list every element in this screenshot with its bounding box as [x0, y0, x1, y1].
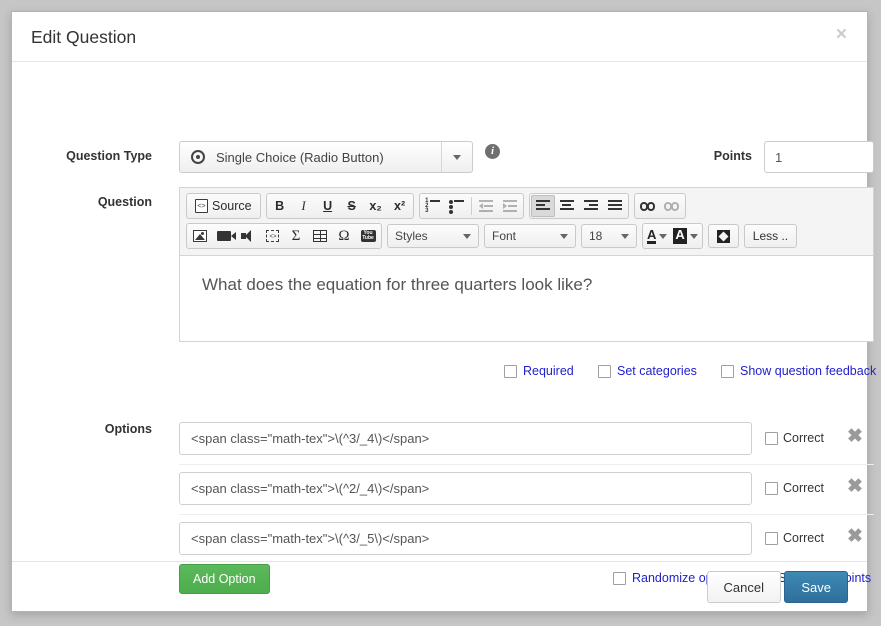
table-row: Correct ✖ — [179, 515, 874, 565]
text-format-group: B I U S x₂ x² — [265, 193, 414, 219]
font-size-dropdown[interactable]: 18 — [581, 224, 637, 248]
decrease-indent-icon[interactable] — [474, 195, 498, 217]
image-icon[interactable] — [188, 225, 212, 247]
required-checkbox-row[interactable]: Required — [504, 364, 574, 378]
show-question-feedback-label[interactable]: Show question feedback — [740, 364, 876, 378]
delete-option-icon[interactable]: ✖ — [844, 526, 866, 548]
toolbar-divider — [470, 197, 472, 215]
align-center-icon[interactable] — [555, 195, 579, 217]
special-char-omega-icon[interactable]: Ω — [332, 225, 356, 247]
text-color-icon[interactable]: A — [644, 225, 670, 247]
link-icon[interactable] — [636, 195, 660, 217]
radio-button-icon — [191, 150, 205, 164]
subscript-button[interactable]: x₂ — [364, 195, 388, 217]
correct-label[interactable]: Correct — [783, 531, 824, 545]
youtube-icon[interactable]: You Tube — [356, 225, 380, 247]
code-snippet-icon[interactable]: <> — [260, 225, 284, 247]
audio-icon[interactable] — [236, 225, 260, 247]
modal-footer: Cancel Save — [12, 561, 867, 611]
correct-checkbox[interactable] — [765, 431, 778, 445]
question-type-select[interactable]: Single Choice (Radio Button) — [179, 141, 473, 173]
option-correct-1[interactable]: Correct — [765, 431, 824, 445]
question-label: Question — [97, 195, 152, 209]
question-type-value: Single Choice (Radio Button) — [216, 149, 384, 165]
maximize-icon[interactable] — [707, 224, 739, 248]
alignment-group — [528, 193, 629, 219]
info-icon[interactable]: i — [485, 144, 500, 159]
required-checkbox[interactable] — [504, 364, 517, 378]
table-icon[interactable] — [308, 225, 332, 247]
close-icon[interactable]: × — [832, 23, 851, 46]
unlink-icon[interactable] — [660, 195, 684, 217]
show-question-feedback-checkbox-row[interactable]: Show question feedback — [721, 364, 876, 378]
correct-checkbox[interactable] — [765, 531, 778, 545]
set-categories-checkbox[interactable] — [598, 364, 611, 378]
edit-question-modal: Edit Question × Question Type Single Cho… — [11, 11, 876, 612]
chevron-down-icon — [621, 233, 629, 239]
color-group: A A — [642, 223, 703, 249]
less-toolbar-button[interactable]: Less .. — [743, 224, 798, 248]
align-justify-icon[interactable] — [603, 195, 627, 217]
superscript-button[interactable]: x² — [388, 195, 412, 217]
list-indent-group: 1 2 3 — [418, 193, 524, 219]
styles-dropdown-label: Styles — [395, 229, 428, 243]
show-question-feedback-checkbox[interactable] — [721, 364, 734, 378]
chevron-down-icon — [560, 233, 568, 239]
option-input-2[interactable] — [179, 472, 752, 505]
option-input-3[interactable] — [179, 522, 752, 555]
align-left-icon[interactable] — [530, 195, 555, 217]
cancel-button[interactable]: Cancel — [706, 571, 781, 603]
correct-label[interactable]: Correct — [783, 481, 824, 495]
options-label: Options — [104, 422, 152, 436]
editor-content-area[interactable]: What does the equation for three quarter… — [180, 256, 873, 341]
editor-toolbar: <> Source B I U S x₂ x² 1 2 3 <> Σ Ω You… — [180, 188, 873, 256]
option-input-1[interactable] — [179, 422, 752, 455]
modal-body: Question Type Single Choice (Radio Butto… — [12, 62, 876, 594]
points-label: Points — [713, 149, 752, 163]
increase-indent-icon[interactable] — [498, 195, 522, 217]
underline-button[interactable]: U — [316, 195, 340, 217]
chevron-down-icon — [441, 142, 472, 172]
editor-toolbar-row-2: <> Σ Ω You Tube Styles Font 18 A A Less … — [184, 221, 869, 251]
page-title: Edit Question — [31, 27, 137, 47]
insert-group: <> Σ Ω You Tube — [186, 223, 382, 249]
correct-label[interactable]: Correct — [783, 431, 824, 445]
source-group: <> Source — [186, 193, 261, 219]
table-row: Correct ✖ — [179, 465, 874, 515]
modal-header: Edit Question × — [12, 12, 867, 62]
source-code-icon: <> — [195, 199, 208, 213]
link-group — [633, 193, 686, 219]
numbered-list-icon[interactable]: 1 2 3 — [421, 195, 445, 217]
bulleted-list-icon[interactable] — [445, 195, 469, 217]
rich-text-editor: <> Source B I U S x₂ x² 1 2 3 <> Σ Ω You… — [179, 187, 874, 342]
question-type-label: Question Type — [66, 149, 152, 163]
required-label[interactable]: Required — [523, 364, 574, 378]
source-button[interactable]: <> Source — [188, 195, 259, 217]
font-dropdown[interactable]: Font — [484, 224, 576, 248]
align-right-icon[interactable] — [579, 195, 603, 217]
source-button-label: Source — [212, 199, 252, 213]
option-correct-3[interactable]: Correct — [765, 531, 824, 545]
set-categories-label[interactable]: Set categories — [617, 364, 697, 378]
option-correct-2[interactable]: Correct — [765, 481, 824, 495]
video-icon[interactable] — [212, 225, 236, 247]
math-sigma-icon[interactable]: Σ — [284, 225, 308, 247]
font-dropdown-label: Font — [492, 229, 517, 243]
question-text: What does the equation for three quarter… — [202, 275, 593, 294]
strikethrough-button[interactable]: S — [340, 195, 364, 217]
italic-button[interactable]: I — [292, 195, 316, 217]
editor-toolbar-row-1: <> Source B I U S x₂ x² 1 2 3 — [184, 191, 869, 221]
save-button[interactable]: Save — [784, 571, 848, 603]
bold-button[interactable]: B — [268, 195, 292, 217]
styles-dropdown[interactable]: Styles — [387, 224, 479, 248]
chevron-down-icon — [463, 233, 471, 239]
correct-checkbox[interactable] — [765, 481, 778, 495]
points-input[interactable] — [764, 141, 874, 173]
delete-option-icon[interactable]: ✖ — [844, 426, 866, 448]
font-size-value: 18 — [589, 229, 603, 243]
delete-option-icon[interactable]: ✖ — [844, 476, 866, 498]
background-color-icon[interactable]: A — [670, 225, 700, 247]
set-categories-checkbox-row[interactable]: Set categories — [598, 364, 697, 378]
table-row: Correct ✖ — [179, 415, 874, 465]
